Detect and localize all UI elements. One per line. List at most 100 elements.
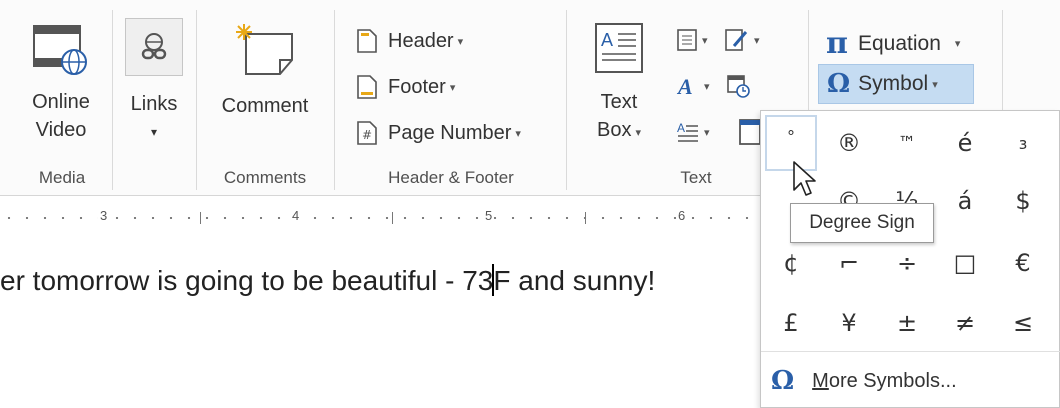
header-caret-icon: ▾: [457, 35, 464, 48]
omega-icon: Ω: [771, 366, 795, 396]
text-box-icon: A: [595, 23, 643, 73]
symbol-glyph: ®: [837, 129, 861, 157]
degree-sign-tooltip: Degree Sign: [790, 203, 934, 243]
symbol-glyph: ÷: [896, 249, 918, 277]
group-label-comments: Comments: [223, 168, 307, 187]
group-separator: [112, 10, 113, 190]
group-separator: [334, 10, 335, 190]
new-comment-icon: [236, 24, 293, 75]
symbol-cell[interactable]: ±: [881, 295, 933, 351]
links-caret-icon: ▾: [150, 125, 158, 139]
footer-label: Footer: [388, 75, 446, 98]
header-button[interactable]: Header ▾: [356, 26, 463, 56]
equation-label: Equation: [857, 31, 941, 55]
symbol-cell[interactable]: $: [997, 173, 1049, 229]
symbol-glyph: é: [957, 129, 973, 157]
horizontal-ruler[interactable]: 3 4 5 6: [0, 208, 760, 228]
link-icon: [141, 33, 167, 60]
text-box-label-row: Box ▾: [584, 116, 654, 147]
wordart-icon: A: [676, 74, 693, 98]
symbol-glyph: €: [1015, 249, 1031, 277]
equation-caret-icon: ▾: [954, 38, 961, 50]
symbol-cell[interactable]: з: [997, 115, 1049, 171]
text-box-button[interactable]: A Text Box ▾: [584, 22, 654, 147]
svg-text:A: A: [676, 74, 693, 98]
text-box-label-2: Box: [597, 119, 632, 141]
more-symbols-item[interactable]: Ω More Symbols...: [771, 363, 957, 399]
symbol-gallery-dropdown: ° ® ™ é з © ½ á $ ¢ ⌐ ÷ □ € £ ¥ ± ≠ ≤ Ω …: [760, 110, 1060, 408]
quick-parts-button[interactable]: ▾: [676, 28, 708, 52]
symbol-button[interactable]: Ω Symbol ▾: [818, 64, 974, 104]
pi-icon: π: [826, 26, 848, 61]
comment-label: Comment: [221, 95, 309, 117]
signature-line-button[interactable]: ▾: [724, 28, 760, 52]
symbol-cell[interactable]: ≠: [939, 295, 991, 351]
symbol-glyph: ≤: [1012, 309, 1034, 337]
symbol-cell[interactable]: £: [765, 295, 817, 351]
document-text-after: F and sunny!: [493, 265, 656, 296]
date-time-icon: [727, 75, 750, 98]
group-label-text: Text: [680, 168, 712, 187]
ruler-tick: [585, 212, 586, 224]
signature-line-icon: [725, 29, 748, 51]
symbol-cell[interactable]: ÷: [881, 235, 933, 291]
symbol-caret-icon: ▾: [932, 78, 938, 91]
object-button[interactable]: [738, 118, 761, 151]
wordart-button[interactable]: A ▾: [676, 74, 710, 98]
signature-line-caret-icon: ▾: [754, 34, 760, 47]
symbol-cell[interactable]: é: [939, 115, 991, 171]
svg-text:#: #: [362, 128, 372, 142]
online-video-button[interactable]: Online Video: [18, 22, 104, 144]
group-separator: [566, 10, 567, 190]
page-number-button[interactable]: # Page Number ▾: [356, 118, 521, 148]
ruler-mark: 6: [676, 208, 688, 223]
symbol-glyph: з: [1018, 133, 1028, 153]
svg-text:A: A: [601, 30, 613, 50]
symbol-glyph: ¢: [783, 249, 799, 277]
symbol-glyph: ±: [896, 309, 918, 337]
document-body[interactable]: er tomorrow is going to be beautiful - 7…: [0, 264, 655, 297]
symbol-glyph: £: [783, 309, 799, 337]
svg-text:A: A: [677, 121, 685, 135]
symbol-glyph: á: [957, 187, 973, 215]
group-label-header-footer: Header & Footer: [388, 168, 514, 187]
date-time-button[interactable]: [726, 74, 750, 103]
footer-button[interactable]: Footer ▾: [356, 72, 455, 102]
symbol-cell[interactable]: ¥: [823, 295, 875, 351]
page-number-caret-icon: ▾: [515, 127, 521, 140]
symbol-cell[interactable]: ⌐: [823, 235, 875, 291]
symbol-cell[interactable]: □: [939, 235, 991, 291]
ruler-dots: [0, 217, 760, 219]
ruler-mark: 3: [98, 208, 110, 223]
drop-cap-button[interactable]: A ▾: [676, 120, 710, 144]
symbol-cell[interactable]: ¢: [765, 235, 817, 291]
group-separator: [196, 10, 197, 190]
footer-caret-icon: ▾: [449, 81, 456, 94]
ruler-tick: [392, 212, 393, 224]
ruler-tick: [200, 212, 201, 224]
page-number-label: Page Number: [388, 121, 512, 144]
symbol-cell[interactable]: ®: [823, 115, 875, 171]
menu-divider: [761, 351, 1060, 352]
symbol-glyph: ™: [898, 132, 916, 154]
symbol-glyph: ⌐: [838, 249, 860, 277]
equation-button[interactable]: π Equation ▾: [826, 26, 960, 61]
symbol-cell[interactable]: ≤: [997, 295, 1049, 351]
symbol-cell[interactable]: ™: [881, 115, 933, 171]
symbol-cell[interactable]: €: [997, 235, 1049, 291]
drop-cap-caret-icon: ▾: [704, 126, 710, 139]
more-symbols-label: More Symbols...: [812, 370, 957, 393]
symbol-cell[interactable]: á: [939, 173, 991, 229]
online-video-label-2: Video: [35, 119, 87, 141]
document-text-before: er tomorrow is going to be beautiful - 7…: [0, 265, 494, 296]
symbol-glyph: ≠: [954, 309, 976, 337]
comment-button[interactable]: Comment: [206, 22, 324, 120]
symbol-glyph: □: [953, 249, 977, 277]
links-button[interactable]: Links ▾: [122, 18, 186, 146]
omega-icon: Ω: [827, 69, 851, 99]
more-symbols-accelerator: M: [812, 369, 829, 392]
online-video-icon: [33, 25, 87, 75]
object-icon: [739, 119, 761, 145]
text-box-label-1: Text: [600, 91, 638, 113]
mouse-pointer-icon: [793, 161, 816, 196]
